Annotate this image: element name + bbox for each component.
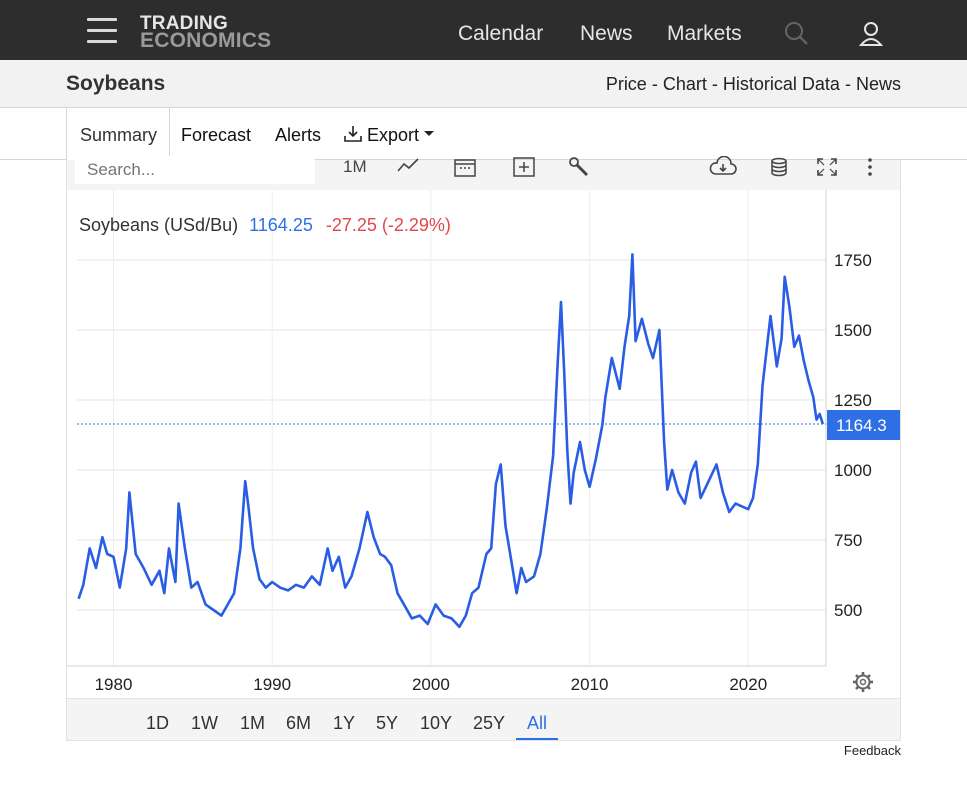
download-icon xyxy=(344,126,362,142)
last-price-label: 1164.3 xyxy=(827,410,900,441)
nav-link-calendar[interactable]: Calendar xyxy=(458,22,543,46)
x-tick-label: 1980 xyxy=(95,675,133,694)
menu-icon[interactable] xyxy=(87,18,117,44)
range-5y[interactable]: 5Y xyxy=(376,713,398,734)
x-tick-label: 2000 xyxy=(412,675,450,694)
add-compare-icon[interactable] xyxy=(512,156,536,183)
legend-series-name: Soybeans (USd/Bu) xyxy=(79,215,238,235)
y-tick-label: 1000 xyxy=(834,461,872,480)
database-icon[interactable] xyxy=(769,156,789,183)
x-tick-label: 2020 xyxy=(729,675,767,694)
logo[interactable]: TRADING ECONOMICS xyxy=(140,14,272,52)
range-10y[interactable]: 10Y xyxy=(420,713,452,734)
price-chart[interactable]: 1980 1990 2000 2010 2020 500 750 1000 1250 1500 1… xyxy=(66,190,901,698)
subnav-separator: - xyxy=(651,74,658,94)
calendar-icon[interactable] xyxy=(453,156,477,183)
chart-grid xyxy=(66,190,827,667)
cloud-download-icon[interactable] xyxy=(708,155,738,183)
subnav-separator: - xyxy=(711,74,718,94)
subnav-historical-data[interactable]: Historical Data xyxy=(723,74,840,94)
y-tick-label: 1500 xyxy=(834,321,872,340)
interval-button[interactable]: 1M xyxy=(343,157,367,177)
subnav-price[interactable]: Price xyxy=(606,74,647,94)
range-all[interactable]: All xyxy=(527,713,547,734)
range-6m[interactable]: 6M xyxy=(286,713,311,734)
subnav-links: Price - Chart - Historical Data - News xyxy=(606,74,901,95)
legend-change: -27.25 (-2.29%) xyxy=(326,215,451,235)
tab-export[interactable]: Export xyxy=(344,125,435,146)
range-1d[interactable]: 1D xyxy=(146,713,169,734)
search-icon[interactable] xyxy=(784,21,810,52)
feedback-link[interactable]: Feedback xyxy=(844,743,901,758)
y-tick-label: 1250 xyxy=(834,391,872,410)
legend-last-value: 1164.25 xyxy=(249,215,313,235)
nav-link-news[interactable]: News xyxy=(580,22,633,46)
tab-summary[interactable]: Summary xyxy=(66,108,171,160)
subnav-separator: - xyxy=(844,74,851,94)
active-range-indicator xyxy=(516,738,558,740)
page-title: Soybeans xyxy=(66,72,166,95)
range-25y[interactable]: 25Y xyxy=(473,713,505,734)
tabs-bar: Summary Forecast Alerts Export xyxy=(0,108,967,160)
tab-forecast[interactable]: Forecast xyxy=(181,125,251,146)
more-icon[interactable] xyxy=(864,156,876,183)
last-price-value: 1164.3 xyxy=(836,416,887,435)
range-selector: 1D 1W 1M 6M 1Y 5Y 10Y 25Y All xyxy=(67,698,900,740)
y-tick-label: 1750 xyxy=(834,251,872,270)
settings-icon[interactable] xyxy=(853,672,873,692)
x-axis: 1980 1990 2000 2010 2020 xyxy=(95,675,768,694)
subnav-news[interactable]: News xyxy=(856,74,901,94)
y-tick-label: 750 xyxy=(834,531,862,550)
y-tick-label: 500 xyxy=(834,601,862,620)
range-1y[interactable]: 1Y xyxy=(333,713,355,734)
wrench-icon[interactable] xyxy=(567,156,591,183)
tab-alerts[interactable]: Alerts xyxy=(275,125,321,146)
fullscreen-icon[interactable] xyxy=(815,156,839,183)
range-1m[interactable]: 1M xyxy=(240,713,265,734)
subnav-chart[interactable]: Chart xyxy=(663,74,707,94)
line-chart-icon[interactable] xyxy=(396,156,420,181)
title-bar: Soybeans Price - Chart - Historical Data… xyxy=(0,60,967,108)
x-tick-label: 1990 xyxy=(253,675,291,694)
nav-link-markets[interactable]: Markets xyxy=(667,22,742,46)
chart-toolbar: 1M xyxy=(67,155,900,190)
caret-down-icon xyxy=(424,131,435,136)
symbol-search-input[interactable] xyxy=(75,156,315,184)
tab-export-label: Export xyxy=(367,125,420,145)
user-icon[interactable] xyxy=(858,21,884,52)
range-1w[interactable]: 1W xyxy=(191,713,218,734)
x-tick-label: 2010 xyxy=(571,675,609,694)
series-line xyxy=(77,253,825,629)
top-navbar: TRADING ECONOMICS Calendar News Markets xyxy=(0,0,967,60)
chart-legend: Soybeans (USd/Bu) 1164.25 -27.25 (-2.29%… xyxy=(79,215,451,235)
logo-line2: ECONOMICS xyxy=(140,29,272,52)
